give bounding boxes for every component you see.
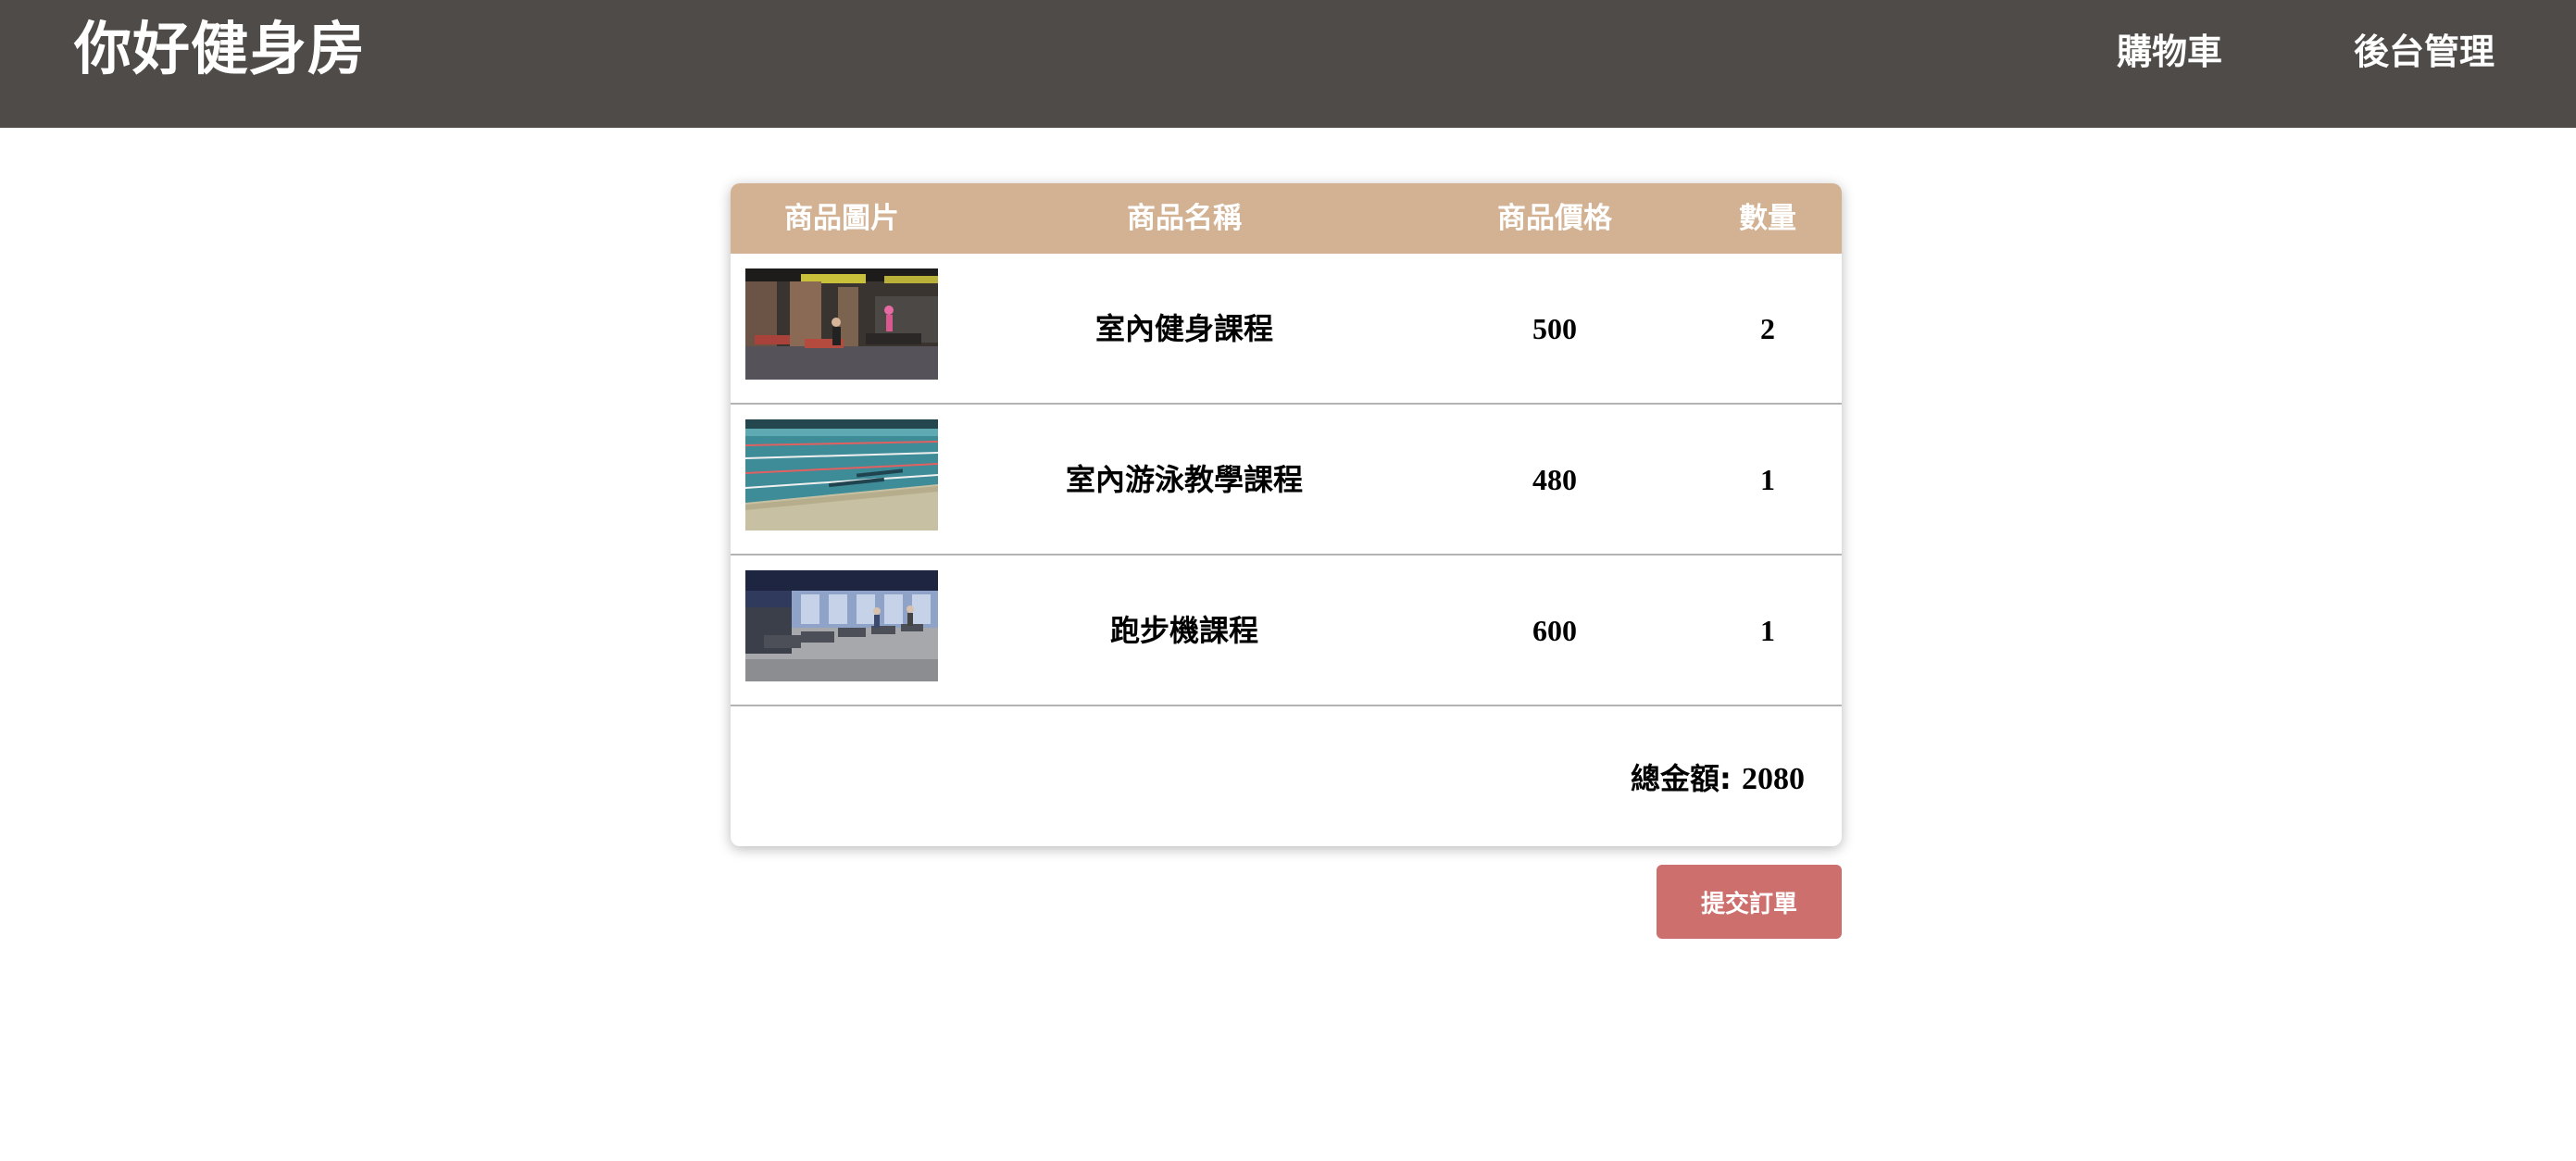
top-navbar: 你好健身房 購物車 後台管理 — [0, 0, 2576, 128]
column-header-image: 商品圖片 — [784, 202, 899, 235]
product-image-indoor-gym — [745, 268, 938, 380]
product-price: 600 — [1532, 614, 1577, 647]
table-row: 室內游泳教學課程 480 1 — [731, 405, 1842, 556]
order-total: 總金額: 2080 — [1631, 755, 1805, 802]
product-name: 室內健身課程 — [1094, 311, 1273, 346]
site-title[interactable]: 你好健身房 — [74, 17, 366, 81]
column-header-price: 商品價格 — [1497, 202, 1612, 235]
product-quantity: 2 — [1760, 312, 1775, 345]
column-header-name: 商品名稱 — [1127, 202, 1242, 235]
table-row: 跑步機課程 600 1 — [731, 556, 1842, 706]
product-name: 跑步機課程 — [1109, 613, 1258, 648]
product-image-indoor-pool — [745, 419, 938, 531]
product-price: 500 — [1532, 312, 1577, 345]
product-price: 480 — [1532, 463, 1577, 496]
cart-table-header: 商品圖片 商品名稱 商品價格 數量 — [731, 183, 1842, 254]
order-total-value: 2080 — [1742, 762, 1805, 796]
table-row: 室內健身課程 500 2 — [731, 254, 1842, 405]
product-quantity: 1 — [1760, 463, 1775, 496]
cart-table: 商品圖片 商品名稱 商品價格 數量 室內健身課程 500 2 室內游泳教學課程 … — [731, 183, 1842, 846]
product-quantity: 1 — [1760, 614, 1775, 647]
nav-admin-link[interactable]: 後台管理 — [2354, 26, 2495, 78]
nav-cart-link[interactable]: 購物車 — [2117, 26, 2222, 78]
product-name: 室內游泳教學課程 — [1065, 462, 1303, 497]
submit-order-button[interactable]: 提交訂單 — [1657, 865, 1842, 939]
column-header-quantity: 數量 — [1739, 202, 1796, 235]
product-image-treadmill-room — [745, 570, 938, 681]
order-total-label: 總金額: — [1631, 761, 1732, 796]
